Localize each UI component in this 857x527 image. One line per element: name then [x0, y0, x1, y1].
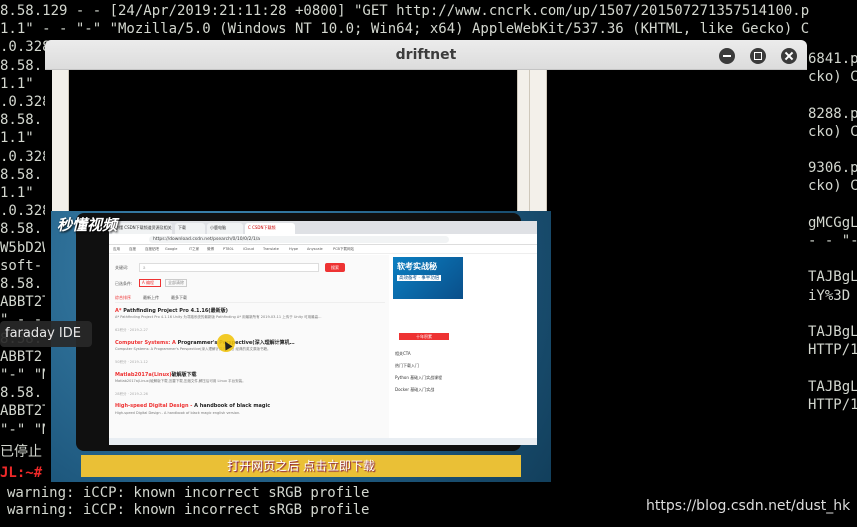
browser-screen: 秒懂 CSDN下载频道资源及相关资… 下载 小鹿电脑 C CSDN下载频 htt… — [109, 221, 537, 445]
watermark: https://blog.csdn.net/dust_hk — [646, 498, 851, 514]
filter-row: 已选条件: A 编程 全部清除 — [115, 279, 385, 289]
search-results-pane: 关键词: a 搜索 已选条件: A 编程 全部清除 综合排序 最新上传 最多下载 — [109, 255, 389, 445]
terminal-log-line-right: HTTP/1 — [808, 342, 857, 359]
result-item: High-speed Digital Design - A handbook o… — [115, 403, 385, 433]
bookmark: Translate — [263, 247, 279, 251]
captured-image-strip-right[interactable] — [517, 70, 547, 211]
browser-address-bar: https://download.csdn.net/psearch/0/10/0… — [109, 234, 537, 245]
sort-tab: 最多下载 — [171, 295, 187, 300]
result-description: Matlab2017a(Linux)破解版下载,迅雷下载,压缩文件,解压后可用 … — [115, 379, 246, 383]
tooltip: faraday IDE — [0, 321, 92, 347]
sort-tab: 最新上传 — [143, 295, 159, 300]
terminal-log-line-right: iY%3D — [808, 287, 851, 304]
search-label: 关键词: — [115, 265, 129, 270]
stopped-status-text: 已停止 — [0, 444, 42, 460]
result-title: A* Pathfinding Project Pro 4.1.16(最新版) — [115, 308, 228, 314]
terminal-log-line-right: cko) C — [808, 123, 857, 140]
monitor-frame: 秒懂 CSDN下载频道资源及相关资… 下载 小鹿电脑 C CSDN下载频 htt… — [76, 213, 537, 451]
captured-image-strip-left[interactable] — [52, 70, 69, 211]
terminal-log-line: "-" "M — [0, 421, 51, 438]
ad-title: 软考实战秘 — [397, 262, 437, 271]
sidebar-item: 热门下载入门 — [395, 363, 419, 368]
sort-tab: 综合排序 — [115, 295, 131, 300]
browser-tab: 小鹿电脑 — [207, 223, 243, 234]
clear-filter-chip: 全部清除 — [165, 279, 187, 287]
bookmark: 应用 — [113, 247, 120, 251]
video-caption: 打开网页之后 点击立即下载 — [227, 459, 375, 473]
result-title: Matlab2017a(Linux)破解版下载 — [115, 372, 197, 378]
terminal-log-line-right: - - "- — [808, 233, 857, 249]
bookmark: PT80L — [223, 247, 234, 251]
terminal-log-line-right: cko) C — [808, 178, 857, 195]
search-input: a — [139, 263, 319, 272]
result-sort-tabs: 综合排序 最新上传 最多下载 — [115, 295, 385, 303]
terminal-log-line-right: cko) C — [808, 69, 857, 86]
strip-divider — [529, 70, 530, 211]
sidebar-item: Python 基础入门实战课程 — [395, 375, 443, 380]
result-meta: 28积分 · 2019-2-26 — [115, 392, 148, 396]
result-meta: 50积分 · 2019-1-12 — [115, 360, 148, 364]
minimize-icon[interactable] — [719, 48, 735, 64]
bookmark: Anyscale — [307, 247, 323, 251]
browser-tab-bar: 秒懂 CSDN下载频道资源及相关资… 下载 小鹿电脑 C CSDN下载频 — [109, 221, 537, 234]
terminal-log-line-right: HTTP/1 — [808, 396, 857, 413]
bookmark: 微博 — [207, 247, 214, 251]
shell-prompt: JL:~# — [0, 465, 43, 481]
result-item: A* Pathfinding Project Pro 4.1.16(最新版) A… — [115, 307, 385, 337]
browser-tab-active: C CSDN下载频 — [245, 223, 295, 234]
search-button: 搜索 — [325, 263, 345, 272]
result-title: High-speed Digital Design - A handbook o… — [115, 403, 271, 409]
warning-line-2: warning: iCCP: known incorrect sRGB prof… — [7, 502, 370, 518]
window-title: driftnet — [395, 47, 457, 63]
window-titlebar[interactable]: driftnet — [45, 40, 807, 70]
result-description: A* Pathfinding Project Pro 4.1.16 Unity … — [115, 315, 322, 319]
video-logo: 秒懂视频 — [57, 216, 118, 234]
browser-tab: 秒懂 CSDN下载频道资源及相关资… — [112, 223, 172, 234]
close-icon[interactable] — [781, 48, 797, 64]
bookmarks-bar: 应用 百度 百度贴吧 Google IT之家 微博 PT80L iCloud T… — [109, 245, 537, 254]
bookmark: 百度 — [129, 247, 136, 251]
sidebar-item: Docker 基础入门实战 — [395, 387, 435, 392]
os-taskbar — [109, 438, 537, 445]
maximize-icon[interactable] — [750, 48, 766, 64]
bookmark: iCloud — [243, 247, 254, 251]
sidebar-red-button: 十年积累 — [399, 333, 449, 340]
result-title: Computer Systems: A Programmer's Perspec… — [115, 340, 295, 346]
sidebar-pane: 软考实战秘 高效备考 · 事半功倍 十年积累 相关CTA 热门下载入门 Pyth… — [391, 255, 537, 445]
bookmark: Hype — [289, 247, 299, 251]
bookmark: 百度贴吧 — [145, 247, 159, 251]
driftnet-window[interactable]: driftnet 秒懂 CSDN下载频道资源及相关资… 下载 小鹿电脑 C CS… — [45, 40, 807, 482]
ad-subtitle: 高效备考 · 事半功倍 — [397, 275, 442, 281]
result-meta: 62积分 · 2019-2-27 — [115, 328, 148, 332]
result-description: Computer Systems: A Programmer's Perspec… — [115, 347, 271, 351]
ad-banner: 软考实战秘 高效备考 · 事半功倍 — [393, 257, 463, 299]
result-item: Matlab2017a(Linux)破解版下载 Matlab2017a(Linu… — [115, 371, 385, 401]
address-url: https://download.csdn.net/psearch/0/10/0… — [149, 236, 449, 243]
bookmark: PCB下载网站 — [333, 247, 354, 251]
sidebar-item: 相关CTA — [395, 351, 411, 356]
bookmark: Google — [165, 247, 178, 251]
browser-tab: 下载 — [175, 223, 205, 234]
filter-label: 已选条件: — [115, 281, 133, 286]
filter-chip: A 编程 — [139, 279, 161, 287]
result-description: High-speed Digital Design - A handbook o… — [115, 411, 241, 415]
captured-video-image[interactable]: 秒懂 CSDN下载频道资源及相关资… 下载 小鹿电脑 C CSDN下载频 htt… — [51, 211, 551, 482]
caption-bar: 打开网页之后 点击立即下载 — [81, 455, 521, 477]
bookmark: IT之家 — [189, 247, 200, 251]
result-item: Computer Systems: A Programmer's Perspec… — [115, 339, 385, 369]
search-row: 关键词: a 搜索 — [115, 263, 385, 273]
